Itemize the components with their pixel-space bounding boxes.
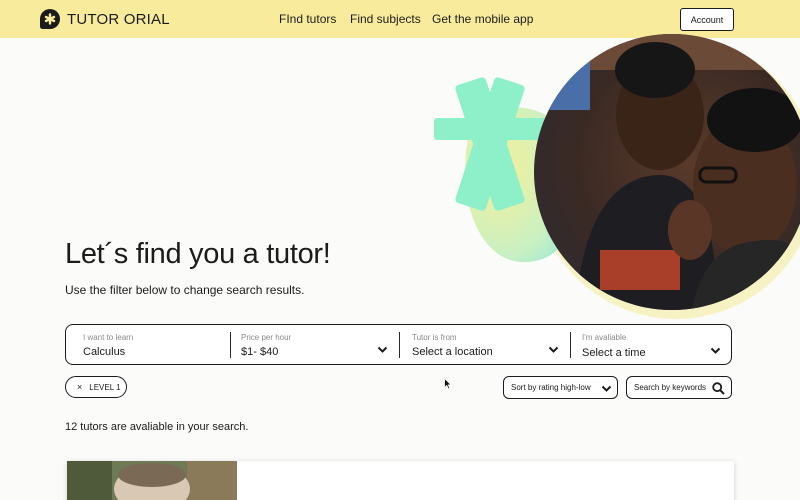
chevron-down-icon — [377, 346, 388, 353]
tutor-photo — [67, 461, 237, 500]
availability-filter-value: Select a time — [582, 347, 646, 359]
price-filter-label: Price per hour — [241, 333, 292, 342]
remove-chip-icon[interactable]: × — [77, 382, 82, 392]
level-chip-label: LEVEL 1 — [89, 382, 121, 392]
availability-filter-dropdown[interactable]: I'm avaliable Select a time — [571, 325, 731, 364]
search-icon[interactable] — [712, 382, 725, 395]
level-filter-chip[interactable]: × LEVEL 1 — [65, 376, 127, 398]
location-filter-value: Select a location — [412, 346, 493, 358]
availability-filter-label: I'm avaliable — [582, 333, 627, 342]
subject-filter-value: Calculus — [83, 346, 126, 358]
search-placeholder: Search by keywords — [634, 383, 707, 392]
mouse-pointer-icon — [444, 378, 452, 390]
price-filter-value: $1- $40 — [241, 346, 279, 358]
page-title: Let´s find you a tutor! — [65, 238, 331, 270]
tutors-photo — [534, 34, 800, 310]
subject-filter[interactable]: I want to learn Calculus — [66, 325, 231, 364]
sort-dropdown-label: Sort by rating high-low — [511, 383, 591, 392]
price-filter-dropdown[interactable]: Price per hour $1- $40 — [231, 325, 399, 364]
search-filter-bar: I want to learn Calculus Price per hour … — [65, 324, 732, 365]
location-filter-dropdown[interactable]: Tutor is from Select a location — [400, 325, 570, 364]
sort-dropdown[interactable]: Sort by rating high-low — [503, 376, 618, 399]
keyword-search-input[interactable]: Search by keywords — [626, 376, 732, 399]
hero-illustration — [434, 34, 800, 319]
chevron-down-icon — [548, 346, 559, 353]
tutor-card[interactable] — [67, 461, 734, 500]
chevron-down-icon — [710, 347, 721, 354]
chevron-down-icon — [601, 385, 612, 392]
results-count: 12 tutors are avaliable in your search. — [65, 421, 249, 433]
location-filter-label: Tutor is from — [412, 333, 457, 342]
subject-filter-label: I want to learn — [83, 333, 134, 342]
page-subtitle: Use the filter below to change search re… — [65, 283, 305, 297]
